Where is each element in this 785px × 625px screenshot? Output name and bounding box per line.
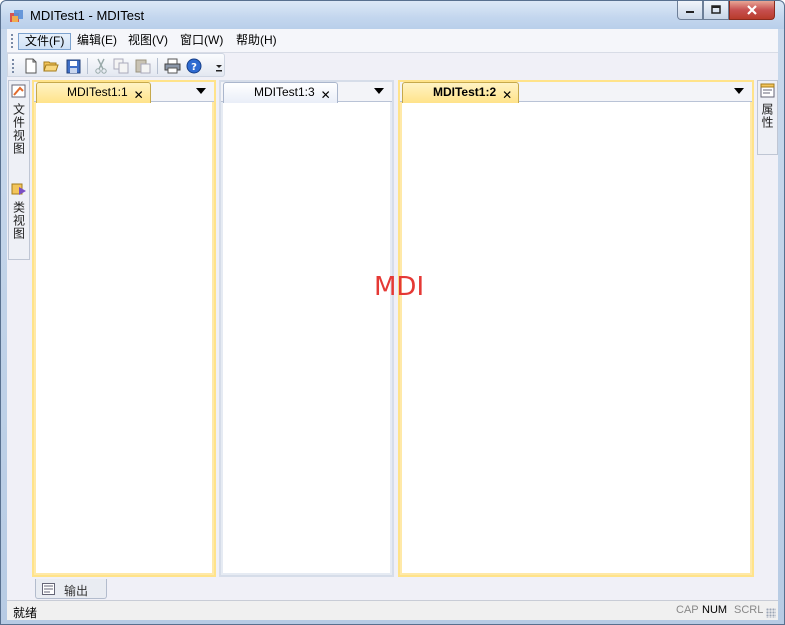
- copy-button[interactable]: [112, 57, 130, 75]
- svg-text:?: ?: [191, 62, 197, 73]
- document-tab-2[interactable]: MDITest1:2 ✕: [402, 82, 520, 105]
- num-lock-indicator: NUM: [702, 604, 728, 616]
- cut-icon: [95, 58, 107, 74]
- minimize-icon: [686, 11, 694, 13]
- document-tab-bar: MDITest1:3 ✕: [221, 82, 392, 103]
- menu-grip[interactable]: [11, 34, 14, 50]
- tab-list-dropdown-icon[interactable]: [374, 88, 384, 94]
- class-view-icon: [11, 183, 26, 195]
- toolbar-grip[interactable]: [12, 59, 15, 75]
- cut-button[interactable]: [92, 57, 110, 75]
- print-button[interactable]: [163, 57, 181, 75]
- open-button[interactable]: [42, 57, 60, 75]
- menu-edit[interactable]: 编辑(E): [71, 33, 123, 50]
- open-folder-icon: [43, 61, 59, 72]
- title-bar[interactable]: MDITest1 - MDITest: [1, 1, 784, 29]
- paste-icon: [135, 59, 151, 74]
- document-tab-bar: MDITest1:1 ✕: [34, 82, 214, 103]
- document-pane-2: MDITest1:3 ✕: [219, 80, 394, 577]
- output-icon: [42, 583, 55, 595]
- paste-button[interactable]: [134, 57, 152, 75]
- tab-close-icon[interactable]: ✕: [321, 86, 331, 105]
- document-tab-label: MDITest1:3: [254, 85, 315, 99]
- document-tab-3[interactable]: MDITest1:3 ✕: [223, 82, 338, 103]
- file-view-icon: [11, 84, 26, 98]
- status-bar: 就绪 CAP NUM SCRL: [7, 600, 778, 620]
- tab-class-view[interactable]: 类视图: [9, 181, 29, 240]
- right-autohide-strip: 属性: [757, 80, 778, 155]
- maximize-icon: [711, 5, 721, 14]
- document-view[interactable]: [36, 104, 212, 573]
- document-view[interactable]: [223, 104, 390, 573]
- app-icon: [10, 10, 23, 22]
- standard-toolbar: ?: [7, 53, 225, 77]
- toolbar-overflow-icon[interactable]: [215, 62, 223, 72]
- help-icon: ?: [186, 58, 202, 74]
- file-view-label: 文件视图: [11, 103, 26, 155]
- menu-help[interactable]: 帮助(H): [230, 33, 283, 50]
- tab-list-dropdown-icon[interactable]: [196, 88, 206, 94]
- print-icon: [164, 58, 180, 74]
- properties-icon: [760, 83, 774, 98]
- properties-label: 属性: [760, 103, 774, 129]
- document-tab-1[interactable]: MDITest1:1 ✕: [36, 82, 151, 103]
- tab-list-dropdown-icon[interactable]: [734, 88, 744, 94]
- tab-file-view[interactable]: 文件视图: [9, 83, 29, 155]
- document-pane-3: MDITest1:2 ✕: [398, 80, 754, 577]
- new-button[interactable]: [22, 57, 40, 75]
- toolbar-separator: [87, 58, 88, 74]
- toolbar-separator: [157, 58, 158, 74]
- document-tab-label: MDITest1:2: [433, 85, 497, 99]
- menu-window[interactable]: 窗口(W): [174, 33, 229, 50]
- menu-view[interactable]: 视图(V): [122, 33, 174, 50]
- menu-file[interactable]: 文件(F): [18, 33, 72, 50]
- close-icon: [747, 5, 757, 15]
- document-tab-bar: MDITest1:2 ✕: [400, 82, 752, 105]
- menu-bar: 文件(F) 编辑(E) 视图(V) 窗口(W) 帮助(H): [7, 29, 778, 53]
- tab-close-icon[interactable]: ✕: [502, 86, 512, 105]
- caps-lock-indicator: CAP: [676, 604, 699, 616]
- document-tab-label: MDITest1:1: [67, 85, 128, 99]
- copy-icon: [113, 58, 129, 74]
- tab-output[interactable]: 输出: [35, 579, 107, 599]
- left-autohide-strip: 文件视图 类视图: [8, 80, 30, 260]
- mdi-watermark: MDI: [374, 272, 425, 302]
- client-area: 文件(F) 编辑(E) 视图(V) 窗口(W) 帮助(H) ? 文件视图 类视图…: [7, 29, 778, 620]
- status-text: 就绪: [13, 606, 38, 620]
- main-window: MDITest1 - MDITest 文件(F) 编辑(E) 视图(V) 窗口(…: [0, 0, 785, 625]
- document-view[interactable]: [402, 104, 750, 573]
- document-pane-1: MDITest1:1 ✕: [32, 80, 216, 577]
- maximize-button[interactable]: [703, 1, 729, 20]
- tab-close-icon[interactable]: ✕: [134, 86, 144, 105]
- save-button[interactable]: [64, 57, 82, 75]
- new-icon: [25, 58, 37, 74]
- help-button[interactable]: ?: [185, 57, 203, 75]
- close-button[interactable]: [729, 1, 775, 20]
- class-view-label: 类视图: [11, 201, 26, 240]
- minimize-button[interactable]: [677, 1, 703, 20]
- tab-properties[interactable]: 属性: [758, 83, 777, 129]
- output-label: 输出: [64, 584, 89, 598]
- size-grip[interactable]: [766, 608, 776, 618]
- save-icon: [66, 59, 80, 73]
- window-title: MDITest1 - MDITest: [30, 8, 145, 23]
- scroll-lock-indicator: SCRL: [734, 604, 764, 616]
